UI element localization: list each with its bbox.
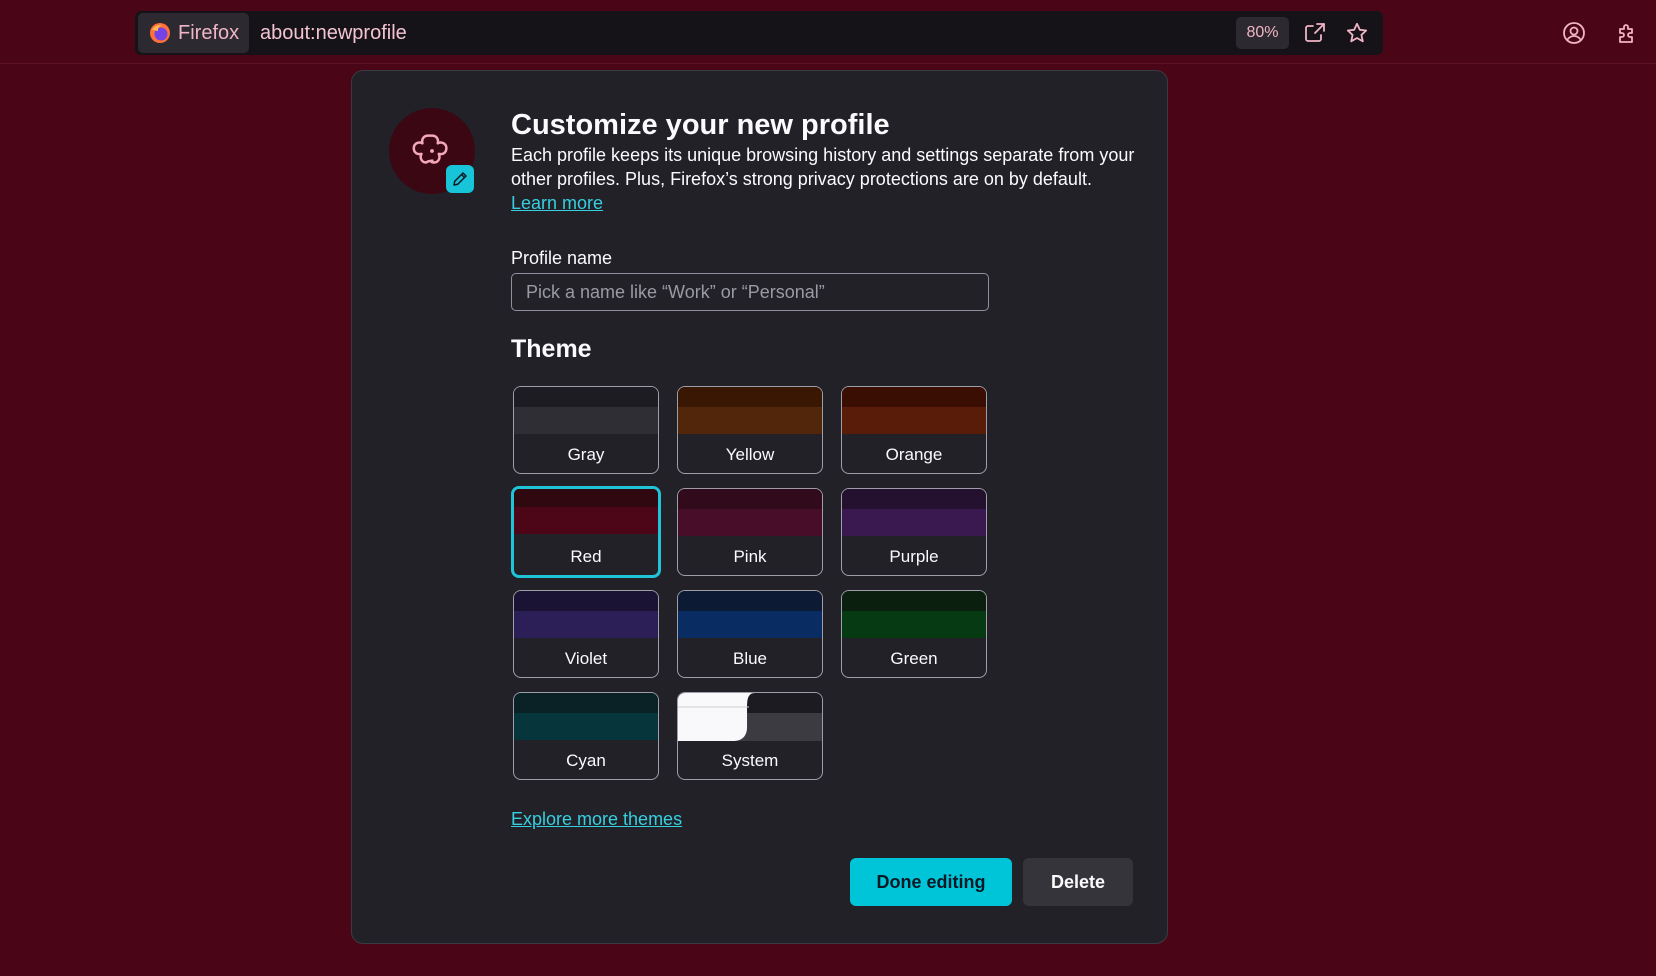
theme-swatch-toolbar <box>514 713 658 740</box>
theme-option-green[interactable]: Green <box>841 590 987 678</box>
theme-option-violet[interactable]: Violet <box>513 590 659 678</box>
identity-label: Firefox <box>178 21 240 44</box>
theme-swatch-toolbar <box>514 407 658 434</box>
done-editing-button[interactable]: Done editing <box>850 858 1012 906</box>
theme-option-blue[interactable]: Blue <box>677 590 823 678</box>
theme-grid: Gray Yellow Orange Red Pink Purple Violet Blue G… <box>511 384 987 780</box>
theme-swatch-frame <box>842 591 986 611</box>
theme-option-cyan[interactable]: Cyan <box>513 692 659 780</box>
theme-option-label: System <box>721 751 779 770</box>
profile-name-label: Profile name <box>511 248 613 268</box>
theme-swatch-frame <box>514 387 658 407</box>
theme-option-label: Blue <box>732 649 768 668</box>
theme-option-label: Cyan <box>566 751 606 770</box>
pencil-icon <box>453 172 467 186</box>
theme-option-gray[interactable]: Gray <box>513 386 659 474</box>
zoom-level-badge[interactable]: 80% <box>1236 17 1289 49</box>
theme-swatch-frame <box>678 591 822 611</box>
theme-swatch-frame <box>514 693 658 713</box>
profile-description: Each profile keeps its unique browsing h… <box>511 145 1135 189</box>
theme-swatch-toolbar <box>678 611 822 638</box>
theme-option-system[interactable]: System <box>677 692 823 780</box>
delete-button[interactable]: Delete <box>1023 858 1133 906</box>
theme-option-label: Purple <box>889 547 939 566</box>
account-icon[interactable] <box>1560 19 1588 47</box>
identity-box[interactable]: Firefox <box>138 13 250 53</box>
url-bar[interactable]: Firefox about:newprofile 80% <box>135 11 1383 55</box>
theme-swatch-frame <box>842 489 986 509</box>
theme-swatch-toolbar <box>842 509 986 536</box>
profile-card: Customize your new profile Each profile … <box>351 70 1168 944</box>
system-theme-preview <box>678 693 822 741</box>
theme-option-label: Gray <box>567 445 605 464</box>
theme-swatch-frame <box>514 591 658 611</box>
url-text[interactable]: about:newprofile <box>260 22 407 45</box>
theme-swatch-frame <box>514 489 658 507</box>
share-icon[interactable] <box>1301 19 1329 47</box>
theme-heading: Theme <box>511 335 592 363</box>
explore-themes-link[interactable]: Explore more themes <box>511 807 682 831</box>
firefox-logo-icon <box>150 23 170 43</box>
theme-option-label: Yellow <box>725 445 775 464</box>
extensions-icon[interactable] <box>1614 19 1642 47</box>
theme-swatch-toolbar <box>842 407 986 434</box>
theme-option-label: Pink <box>733 547 767 566</box>
theme-option-orange[interactable]: Orange <box>841 386 987 474</box>
browser-toolbar: Firefox about:newprofile 80% <box>0 0 1656 64</box>
theme-swatch-frame <box>842 387 986 407</box>
theme-swatch-toolbar <box>842 611 986 638</box>
learn-more-link[interactable]: Learn more <box>511 193 603 213</box>
theme-option-purple[interactable]: Purple <box>841 488 987 576</box>
theme-option-yellow[interactable]: Yellow <box>677 386 823 474</box>
theme-option-pink[interactable]: Pink <box>677 488 823 576</box>
theme-swatch-toolbar <box>514 611 658 638</box>
edit-avatar-button[interactable] <box>446 165 474 193</box>
profile-header: Customize your new profile Each profile … <box>511 107 1136 215</box>
bookmark-star-icon[interactable] <box>1343 19 1371 47</box>
theme-swatch-toolbar <box>678 509 822 536</box>
theme-swatch-frame <box>678 387 822 407</box>
theme-option-label: Orange <box>885 445 943 464</box>
theme-option-label: Violet <box>564 649 608 668</box>
profile-name-input[interactable] <box>511 273 989 311</box>
theme-swatch-toolbar <box>514 507 658 534</box>
theme-option-red[interactable]: Red <box>511 486 661 578</box>
theme-option-label: Green <box>890 649 938 668</box>
theme-swatch-frame <box>678 489 822 509</box>
theme-swatch-toolbar <box>678 407 822 434</box>
page-title: Customize your new profile <box>511 109 890 141</box>
theme-option-label: Red <box>570 547 602 566</box>
